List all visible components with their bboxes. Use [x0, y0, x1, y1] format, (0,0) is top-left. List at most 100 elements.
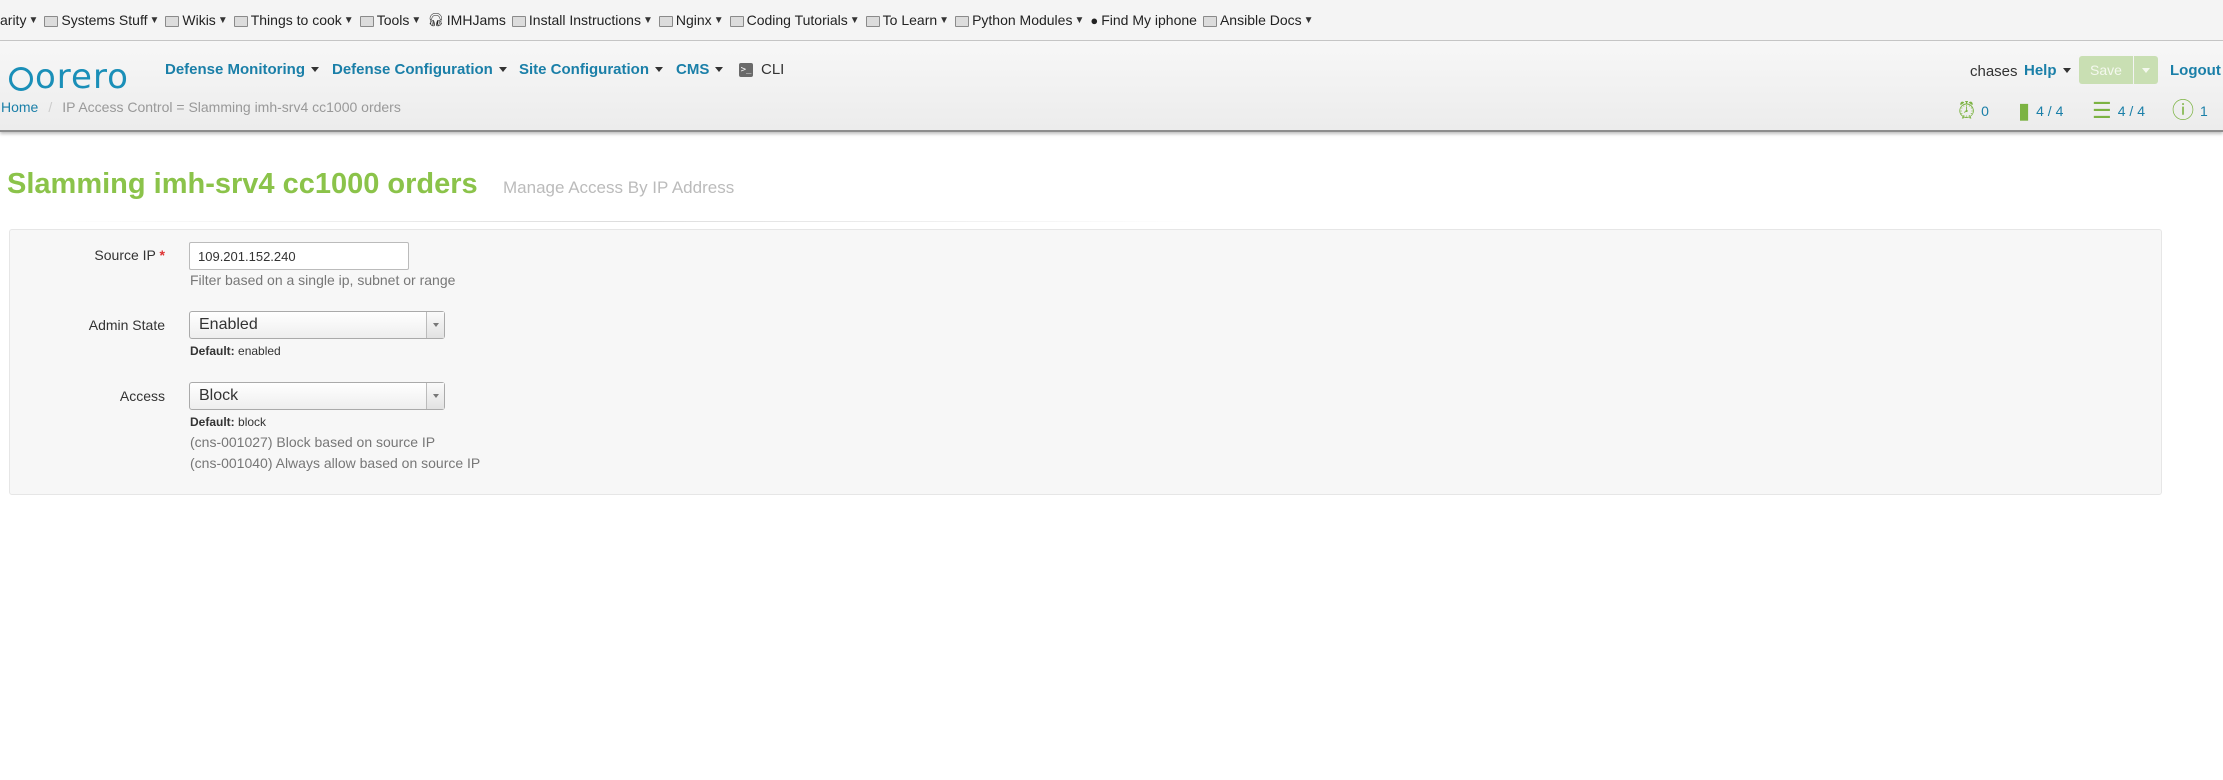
bookmark-label: Coding Tutorials: [746, 12, 848, 28]
status-warnings[interactable]: ⓘ 1: [2172, 100, 2208, 122]
chevron-down-icon: ▼: [939, 14, 950, 26]
caret-down-icon: [2142, 67, 2150, 73]
bookmark-folder-wikis[interactable]: Wikis ▼: [165, 12, 228, 28]
caret-down-icon: [715, 67, 724, 72]
divider: [48, 221, 1198, 222]
menu-defense-monitoring[interactable]: Defense Monitoring: [165, 61, 320, 78]
caret-down-icon: [498, 67, 507, 72]
menu-defense-configuration[interactable]: Defense Configuration: [332, 61, 507, 78]
headphones-icon: 🎧︎: [427, 12, 444, 27]
bookmark-label: Tools: [376, 12, 410, 28]
caret-down-icon: [2062, 68, 2071, 73]
chevron-down-icon: ▼: [28, 14, 39, 26]
folder-icon: [233, 15, 248, 27]
source-ip-help: Filter based on a single ip, subnet or r…: [190, 272, 456, 288]
bookmark-label: Find My iphone: [1101, 12, 1197, 28]
exclamation-circle-icon: ⓘ: [2172, 98, 2195, 123]
chevron-down-icon: ▼: [411, 14, 422, 26]
page-subtitle: Manage Access By IP Address: [503, 178, 735, 197]
chevron-down-icon: ▼: [713, 14, 724, 26]
status-alarms[interactable]: ⏰︎ 0: [1958, 100, 1989, 122]
breadcrumb-home[interactable]: Home: [1, 99, 38, 115]
bookmark-label: To Learn: [882, 12, 938, 28]
bookmark-folder-arity[interactable]: arity ▼: [0, 12, 38, 28]
access-label: Access: [119, 388, 165, 404]
bookmark-label: Things to cook: [250, 12, 342, 28]
bookmark-folder-ansible-docs[interactable]: Ansible Docs ▼: [1202, 12, 1314, 28]
bookmark-folder-coding-tutorials[interactable]: Coding Tutorials ▼: [729, 12, 860, 28]
chevron-down-icon: ▼: [343, 14, 354, 26]
source-ip-label-text: Source IP: [94, 247, 156, 263]
menu-label: Site Configuration: [519, 61, 649, 78]
terminal-icon: >_: [739, 62, 753, 77]
menu-cms[interactable]: CMS: [676, 61, 724, 78]
required-mark: *: [159, 247, 165, 263]
alarm-clock-icon: ⏰︎: [1958, 98, 1976, 123]
menu-label: CLI: [761, 61, 785, 78]
folder-icon: [359, 15, 374, 27]
corero-logo[interactable]: orero: [9, 57, 129, 97]
status-links[interactable]: ☰ 4 / 4: [2092, 100, 2145, 122]
bookmark-label: arity: [0, 12, 27, 28]
admin-state-value: Enabled: [199, 316, 258, 333]
menu-site-configuration[interactable]: Site Configuration: [519, 61, 663, 78]
access-note-block: (cns-001027) Block based on source IP: [190, 434, 436, 450]
logo-ring-icon: [9, 67, 33, 91]
bookmark-label: Nginx: [675, 12, 712, 28]
status-policies[interactable]: ▮ 4 / 4: [2018, 100, 2063, 122]
folder-icon: [511, 15, 526, 27]
bookmark-folder-things-to-cook[interactable]: Things to cook ▼: [233, 12, 354, 28]
apple-icon: ●: [1090, 12, 1099, 28]
status-warnings-count: 1: [2200, 103, 2208, 119]
stacked-links-icon: ☰: [2092, 98, 2112, 123]
current-user: chases: [1970, 63, 2018, 80]
help-menu[interactable]: Help: [2024, 62, 2071, 79]
folder-icon: [165, 15, 180, 27]
policy-document-icon: ▮: [2018, 98, 2031, 123]
bookmark-label: Wikis: [182, 12, 216, 28]
bookmark-label: Python Modules: [972, 12, 1073, 28]
menu-label: Defense Configuration: [332, 61, 493, 78]
access-value: Block: [199, 387, 239, 404]
access-note-allow: (cns-001040) Always allow based on sourc…: [190, 455, 481, 471]
bookmark-folder-systems-stuff[interactable]: Systems Stuff ▼: [44, 12, 159, 28]
source-ip-input[interactable]: [189, 242, 409, 270]
folder-icon: [44, 15, 59, 27]
bookmark-folder-nginx[interactable]: Nginx ▼: [658, 12, 724, 28]
bookmark-folder-to-learn[interactable]: To Learn ▼: [865, 12, 950, 28]
bookmark-find-my-iphone[interactable]: ● Find My iphone: [1090, 12, 1197, 28]
default-label: Default:: [190, 415, 235, 429]
page-title: Slamming imh-srv4 cc1000 orders: [7, 168, 478, 200]
bookmark-label: IMHJams: [446, 12, 506, 28]
bookmark-folder-tools[interactable]: Tools ▼: [359, 12, 422, 28]
folder-icon: [729, 15, 744, 27]
save-dropdown-button[interactable]: [2134, 56, 2158, 84]
bookmarks-bar: arity ▼ Systems Stuff ▼ Wikis ▼ Things to c…: [0, 0, 2223, 41]
folder-icon: [955, 15, 970, 27]
menu-cli[interactable]: >_ CLI: [739, 61, 784, 78]
chevron-down-icon: ▼: [642, 14, 653, 26]
bookmark-folder-install-instructions[interactable]: Install Instructions ▼: [511, 12, 653, 28]
app-navbar: orero Defense Monitoring Defense Configu…: [0, 41, 2223, 132]
status-policies-count: 4 / 4: [2036, 103, 2064, 119]
default-value: enabled: [238, 344, 281, 358]
caret-down-icon: [655, 67, 663, 72]
save-button[interactable]: Save: [2079, 56, 2133, 84]
chevron-down-icon: ▼: [217, 14, 228, 26]
menu-label: Defense Monitoring: [165, 61, 306, 78]
bookmark-label: Systems Stuff: [61, 12, 148, 28]
logout-link[interactable]: Logout: [2170, 62, 2221, 79]
access-default: Default: block: [190, 415, 266, 429]
default-label: Default:: [190, 344, 235, 358]
help-label: Help: [2024, 62, 2057, 79]
bookmark-folder-python-modules[interactable]: Python Modules ▼: [955, 12, 1084, 28]
menu-label: CMS: [676, 61, 710, 78]
access-select[interactable]: Block: [189, 382, 445, 410]
admin-state-select[interactable]: Enabled: [189, 311, 445, 339]
default-value: block: [238, 415, 267, 429]
admin-state-default: Default: enabled: [190, 344, 281, 358]
breadcrumb: Home / IP Access Control = Slamming imh-sr…: [1, 99, 401, 115]
status-links-count: 4 / 4: [2117, 103, 2145, 119]
caret-down-icon: [311, 67, 320, 72]
bookmark-imhjams[interactable]: 🎧︎ IMHJams: [427, 12, 506, 28]
